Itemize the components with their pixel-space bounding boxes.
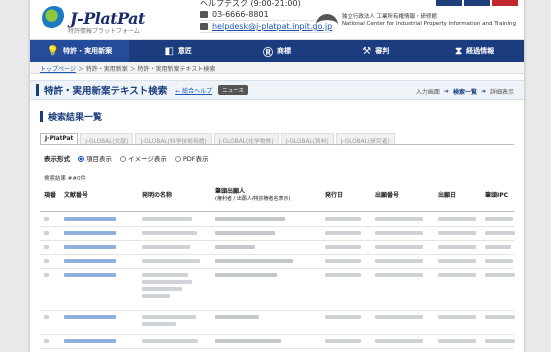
format-option-image[interactable]: イメージ表示 — [120, 153, 167, 163]
logo-mark-icon — [42, 6, 66, 30]
column-header-applicant[interactable]: 筆頭出願人 (権利者 / 出願人/特許権者名表示) — [215, 188, 290, 203]
top-utility-buttons — [436, 0, 518, 6]
breadcrumb-home-link[interactable]: トップページ — [40, 66, 76, 73]
utility-button-3[interactable] — [492, 0, 518, 6]
display-format-label: 表示形式 — [44, 155, 70, 163]
logo-subtitle: 特許情報プラットフォーム — [68, 28, 140, 35]
format-option-pdf[interactable]: PDF表示 — [174, 153, 209, 163]
radio-icon[interactable] — [174, 156, 181, 162]
column-header-app-date[interactable]: 出願日 — [438, 192, 456, 199]
column-header-doc-no[interactable]: 文献番号 — [64, 192, 88, 199]
table-row[interactable] — [40, 335, 515, 349]
helpdesk-info: ヘルプデスク (9:00-21:00) 03-6666-8801 helpdes… — [200, 0, 333, 33]
table-row[interactable] — [40, 213, 514, 227]
step-arrow-icon: ➔ — [443, 88, 449, 95]
logo-text: J-PlatPat — [70, 8, 145, 28]
title-accent-bar — [36, 84, 39, 96]
tab-jglobal-researchers[interactable]: J-GLOBAL(研究者) — [335, 133, 395, 145]
column-header-no: 項番 — [44, 192, 57, 199]
gavel-icon: ⚒ — [362, 45, 372, 57]
column-header-app-no[interactable]: 出願番号 — [375, 192, 399, 199]
nav-item-label: 経過情報 — [466, 47, 495, 55]
display-format-selector: 表示形式 項目表示 イメージ表示 PDF表示 — [44, 153, 209, 163]
site-header: J-PlatPat 特許情報プラットフォーム ヘルプデスク (9:00-21:0… — [30, 0, 524, 40]
table-row[interactable] — [40, 241, 514, 255]
phone-icon — [200, 11, 208, 18]
help-link[interactable]: ← 総合ヘルプ — [175, 86, 212, 95]
app-window: J-PlatPat 特許情報プラットフォーム ヘルプデスク (9:00-21:0… — [30, 0, 524, 352]
section-accent-bar — [40, 111, 43, 122]
step-input[interactable]: 入力画面 — [416, 87, 440, 96]
nav-item-trial[interactable]: ⚒ 審判 — [326, 40, 425, 62]
column-header-pub-date[interactable]: 発行日 — [325, 192, 343, 199]
column-header-title[interactable]: 発明の名称 — [142, 192, 172, 199]
results-section-header: 検索結果一覧 — [40, 110, 102, 123]
radio-icon[interactable] — [120, 156, 126, 162]
inpit-mark-icon — [315, 14, 338, 28]
database-tabs: J-PlatPat J-GLOBAL(文献) J-GLOBAL(科学技術用語) … — [40, 133, 514, 145]
design-icon: ◧ — [164, 45, 174, 57]
helpdesk-hours: ヘルプデスク (9:00-21:00) — [200, 0, 301, 8]
breadcrumb-trail: ＞ 特許・実用新案 ＞ 特許・実用新案テキスト検索 — [77, 66, 216, 73]
step-detail: 詳細表示 — [489, 89, 514, 96]
mail-icon — [200, 23, 208, 30]
hourglass-icon: ⧗ — [455, 45, 463, 57]
utility-button-1[interactable] — [436, 0, 462, 6]
column-header-ipc[interactable]: 筆頭IPC — [485, 192, 508, 199]
tab-jplatpat[interactable]: J-PlatPat — [40, 133, 79, 144]
helpdesk-email-link[interactable]: helpdesk@j-platpat.inpit.go.jp — [212, 21, 332, 32]
hit-count: 検索結果 ##0件 — [44, 176, 86, 182]
section-title: 検索結果一覧 — [48, 113, 103, 123]
tab-jglobal-materials[interactable]: J-GLOBAL(資料) — [280, 133, 334, 145]
step-indicator: 入力画面 ➔ 検索一覧 ➔ 詳細表示 — [416, 87, 514, 96]
trademark-icon: Ⓡ — [262, 47, 273, 59]
format-option-item[interactable]: 項目表示 — [78, 153, 112, 163]
breadcrumb: トップページ ＞ 特許・実用新案 ＞ 特許・実用新案テキスト検索 — [30, 62, 524, 74]
results-table-header: 項番 文献番号 発明の名称 筆頭出願人 (権利者 / 出願人/特許権者名表示) … — [40, 188, 514, 212]
page-title-bar: 特許・実用新案テキスト検索 ← 総合ヘルプ ニュース 入力画面 ➔ 検索一覧 ➔… — [30, 80, 524, 100]
table-row[interactable] — [40, 269, 515, 311]
helpdesk-phone: 03-6666-8801 — [212, 10, 269, 19]
org-name-jp: 独立行政法人 工業所有権情報・研修館 — [341, 14, 438, 20]
nav-item-trademark[interactable]: Ⓡ 商標 — [228, 40, 327, 62]
tab-jglobal-terms[interactable]: J-GLOBAL(科学技術用語) — [135, 133, 212, 145]
nav-item-label: 商標 — [276, 47, 291, 55]
table-row[interactable] — [40, 255, 514, 269]
table-row[interactable] — [40, 227, 515, 241]
tab-jglobal-chemicals[interactable]: J-GLOBAL(化学物質) — [213, 133, 279, 145]
main-nav: 💡 特許・実用新案 ◧ 意匠 Ⓡ 商標 ⚒ 審判 ⧗ 経過情報 — [30, 40, 524, 62]
step-list: 検索一覧 — [452, 89, 477, 96]
results-table-body — [40, 213, 515, 349]
org-name-en: National Center for Industrial Property … — [341, 21, 516, 27]
inpit-logo[interactable]: 独立行政法人 工業所有権情報・研修館 National Center for I… — [315, 14, 516, 28]
news-button[interactable]: ニュース — [218, 85, 248, 95]
nav-item-label: 意匠 — [177, 47, 192, 55]
tab-jglobal-docs[interactable]: J-GLOBAL(文献) — [80, 133, 134, 145]
step-arrow-icon: ➔ — [480, 88, 486, 95]
nav-item-progress[interactable]: ⧗ 経過情報 — [425, 40, 524, 62]
nav-item-label: 審判 — [375, 47, 390, 55]
nav-item-patent[interactable]: 💡 特許・実用新案 — [30, 40, 129, 62]
nav-item-label: 特許・実用新案 — [63, 47, 113, 55]
lightbulb-icon: 💡 — [46, 45, 60, 57]
nav-item-design[interactable]: ◧ 意匠 — [129, 40, 228, 62]
radio-selected-icon[interactable] — [78, 156, 84, 162]
page-title: 特許・実用新案テキスト検索 — [44, 86, 168, 97]
utility-button-2[interactable] — [464, 0, 490, 6]
table-row[interactable] — [40, 311, 515, 335]
